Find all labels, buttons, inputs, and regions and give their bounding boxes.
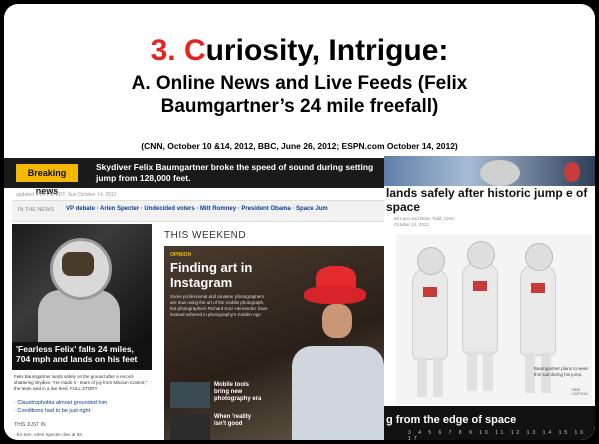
suit-1-helmet — [417, 247, 445, 275]
citation: (CNN, October 10 &14, 2012, BBC, June 26… — [141, 141, 458, 151]
title-red-letter: C — [183, 34, 206, 67]
spacesuit-2 — [462, 241, 498, 391]
this-weekend-column: THIS WEEKEND OPINION Finding art in Inst… — [160, 224, 384, 440]
hide-caption-button[interactable]: HIDE CAPTION — [572, 388, 595, 396]
suit-1-patch — [423, 287, 437, 297]
jumper-figure — [480, 160, 520, 186]
spacesuit-1 — [412, 247, 448, 397]
photo-caption: Baumgartner plans to wear this suit duri… — [534, 366, 589, 377]
red-hat-brim — [304, 286, 366, 304]
man-shirt — [292, 346, 384, 440]
thumbnail-2-title[interactable]: When 'reality isn't good — [214, 414, 264, 428]
suit-1-left-leg — [417, 357, 427, 397]
in-the-news-label: IN THE NEWS — [18, 207, 54, 213]
helmet-visor — [62, 252, 94, 276]
related-link-1[interactable]: · Claustrophobia almost grounded him — [14, 400, 107, 406]
subtitle-line-1: A. Online News and Live Feeds (Felix — [131, 73, 468, 94]
suit-1-right-leg — [433, 357, 443, 397]
thumbnail-2[interactable] — [170, 414, 210, 440]
suit-2-patch — [473, 281, 487, 291]
slide-title: 3. Curiosity, Intrigue: — [4, 34, 595, 68]
bbc-headline[interactable]: lands safely after historic jump e of sp… — [386, 186, 592, 214]
thumbnail-1[interactable] — [170, 382, 210, 408]
screenshots-collage: Breaking news Skydiver Felix Baumgartner… — [4, 156, 595, 440]
gallery-bar: g from the edge of space 3 4 5 6 7 8 9 1… — [384, 406, 595, 440]
breaking-news-label: Breaking news — [16, 164, 78, 196]
in-the-news-bar: IN THE NEWS VP debate · Arlen Specter · … — [12, 200, 384, 222]
bbc-top-photo — [384, 156, 595, 186]
spacesuit-3 — [520, 243, 556, 393]
suit-2-helmet — [467, 241, 495, 269]
suit-3-helmet — [525, 243, 553, 271]
gallery-page-numbers[interactable]: 3 4 5 6 7 8 9 10 11 12 13 14 15 16 17 — [408, 430, 595, 440]
just-in-heading: THIS JUST IN — [14, 422, 46, 428]
cnn-screenshot: Breaking news Skydiver Felix Baumgartner… — [4, 156, 384, 440]
top-story-headline[interactable]: 'Fearless Felix' falls 24 miles, 704 mph… — [12, 342, 152, 370]
top-story-body: Felix Baumgartner lands safely on the gr… — [14, 374, 148, 391]
thumbnail-1-title[interactable]: Mobile tools bring new photography era — [214, 382, 264, 403]
gallery-title: g from the edge of space — [386, 414, 517, 426]
opinion-label: OPINION — [170, 252, 192, 258]
related-link-2[interactable]: · Conditions had to be just right — [14, 408, 90, 414]
red-figure — [564, 162, 580, 182]
suit-3-patch — [531, 283, 545, 293]
feature-image[interactable]: OPINION Finding art in Instagram Some pr… — [164, 246, 384, 440]
top-story-column: 'Fearless Felix' falls 24 miles, 704 mph… — [12, 224, 152, 440]
man-face — [322, 304, 352, 338]
news-topic-links[interactable]: VP debate · Arlen Specter · Undecided vo… — [66, 206, 328, 212]
feature-title[interactable]: Finding art in Instagram — [170, 260, 290, 290]
astronaut-photo[interactable] — [12, 224, 152, 342]
bbc-date: October 14, 2012 — [394, 222, 429, 227]
spacesuits-photo[interactable] — [396, 234, 592, 404]
breaking-news-bar: Breaking news Skydiver Felix Baumgartner… — [4, 158, 384, 196]
presentation-slide: 3. Curiosity, Intrigue: A. Online News a… — [4, 4, 595, 440]
title-prefix: 3. — [150, 34, 184, 67]
bbc-byline: att Lavo and Brian Todd, CNN — [394, 216, 454, 221]
breaking-news-text[interactable]: Skydiver Felix Baumgartner broke the spe… — [96, 162, 376, 184]
ticker-item[interactable]: · Ex-Sen. Arlen Specter dies at 82 — [14, 432, 82, 437]
suit-2-left-leg — [467, 351, 477, 391]
suit-2-right-leg — [483, 351, 493, 391]
title-rest: uriosity, Intrigue: — [205, 34, 449, 67]
this-weekend-heading: THIS WEEKEND — [164, 230, 247, 241]
slide-subtitle: A. Online News and Live Feeds (Felix Bau… — [4, 72, 595, 118]
updated-timestamp: updated 4:34 PM EDT, Sun October 14, 201… — [16, 192, 117, 198]
subtitle-line-2: Baumgartner’s 24 mile freefall) — [160, 96, 439, 117]
bbc-screenshot: lands safely after historic jump e of sp… — [384, 156, 595, 440]
feature-description: Some professional and amateur photograph… — [170, 294, 268, 317]
